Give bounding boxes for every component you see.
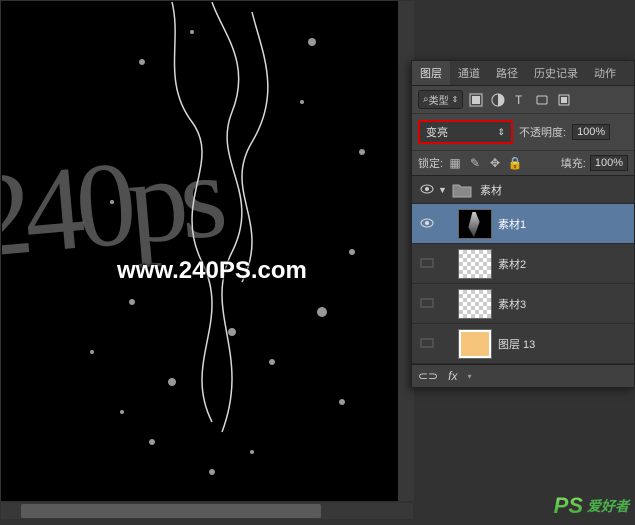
- layer-thumbnail[interactable]: [458, 329, 492, 359]
- collapse-icon[interactable]: ▼: [438, 185, 450, 195]
- layer-item[interactable]: 图层 13: [412, 324, 634, 364]
- tab-actions[interactable]: 动作: [586, 61, 624, 85]
- kind-select[interactable]: ⌕ 类型 ⇕: [418, 90, 463, 109]
- layer-list: ▼ 素材 素材1 素材2 素材3 图层 13: [412, 176, 634, 364]
- layer-group[interactable]: ▼ 素材: [412, 176, 634, 204]
- tab-channels[interactable]: 通道: [450, 61, 488, 85]
- kind-label: 类型: [429, 92, 449, 107]
- panel-tabs: 图层 通道 路径 历史记录 动作: [412, 61, 634, 86]
- visibility-toggle[interactable]: [416, 255, 438, 273]
- filter-shape-icon[interactable]: [533, 91, 551, 109]
- layer-thumbnail[interactable]: [458, 249, 492, 279]
- fx-icon[interactable]: fx: [448, 369, 457, 383]
- layer-item[interactable]: 素材3: [412, 284, 634, 324]
- visibility-toggle[interactable]: [416, 335, 438, 353]
- fill-label: 填充:: [561, 155, 586, 171]
- blend-mode-select[interactable]: 变亮 ⇕: [418, 120, 513, 144]
- layer-name: 图层 13: [498, 336, 535, 352]
- folder-icon: [450, 175, 474, 205]
- filter-adjust-icon[interactable]: [489, 91, 507, 109]
- tab-paths[interactable]: 路径: [488, 61, 526, 85]
- site-logo: PS 爱好者: [554, 493, 629, 519]
- logo-ps: PS: [554, 493, 583, 519]
- svg-text:T: T: [515, 93, 523, 107]
- opacity-label: 不透明度:: [519, 124, 566, 140]
- tab-layers[interactable]: 图层: [412, 61, 450, 85]
- tab-history[interactable]: 历史记录: [526, 61, 586, 85]
- fill-value[interactable]: 100%: [590, 155, 628, 171]
- chevron-updown-icon: ⇕: [497, 127, 505, 138]
- visibility-toggle[interactable]: [416, 215, 438, 233]
- canvas-area[interactable]: 240ps www.240PS.com: [1, 1, 413, 501]
- visibility-toggle[interactable]: [416, 295, 438, 313]
- lock-transparent-icon[interactable]: ▦: [447, 155, 463, 171]
- layer-item[interactable]: 素材1: [412, 204, 634, 244]
- chevron-updown-icon: ⇕: [452, 95, 459, 104]
- lock-move-icon[interactable]: ✥: [487, 155, 503, 171]
- url-watermark: www.240PS.com: [117, 257, 307, 285]
- lock-label: 锁定:: [418, 155, 443, 171]
- layer-thumbnail[interactable]: [458, 289, 492, 319]
- filter-type-icon[interactable]: T: [511, 91, 529, 109]
- layer-name: 素材1: [498, 216, 526, 232]
- layer-thumbnail[interactable]: [458, 209, 492, 239]
- blend-row: 变亮 ⇕ 不透明度: 100%: [412, 114, 634, 151]
- layer-name: 素材3: [498, 296, 526, 312]
- logo-cn: 爱好者: [587, 496, 629, 516]
- blend-mode-value: 变亮: [426, 124, 448, 140]
- layer-item[interactable]: 素材2: [412, 244, 634, 284]
- layer-group-name: 素材: [480, 182, 502, 198]
- filter-pixel-icon[interactable]: [467, 91, 485, 109]
- opacity-value[interactable]: 100%: [572, 124, 610, 140]
- filter-smart-icon[interactable]: [555, 91, 573, 109]
- layer-name: 素材2: [498, 256, 526, 272]
- layer-filter-row: ⌕ 类型 ⇕ T: [412, 86, 634, 114]
- link-icon[interactable]: ⊂⊃: [418, 369, 438, 383]
- visibility-toggle[interactable]: [416, 181, 438, 199]
- panel-footer: ⊂⊃ fx ▾: [412, 364, 634, 387]
- lock-brush-icon[interactable]: ✎: [467, 155, 483, 171]
- lock-all-icon[interactable]: 🔒: [507, 155, 523, 171]
- lock-row: 锁定: ▦ ✎ ✥ 🔒 填充: 100%: [412, 151, 634, 176]
- canvas-scrollbar-horizontal[interactable]: [1, 503, 413, 519]
- layers-panel: 图层 通道 路径 历史记录 动作 ⌕ 类型 ⇕ T 变亮 ⇕ 不透明度: 100…: [411, 60, 635, 388]
